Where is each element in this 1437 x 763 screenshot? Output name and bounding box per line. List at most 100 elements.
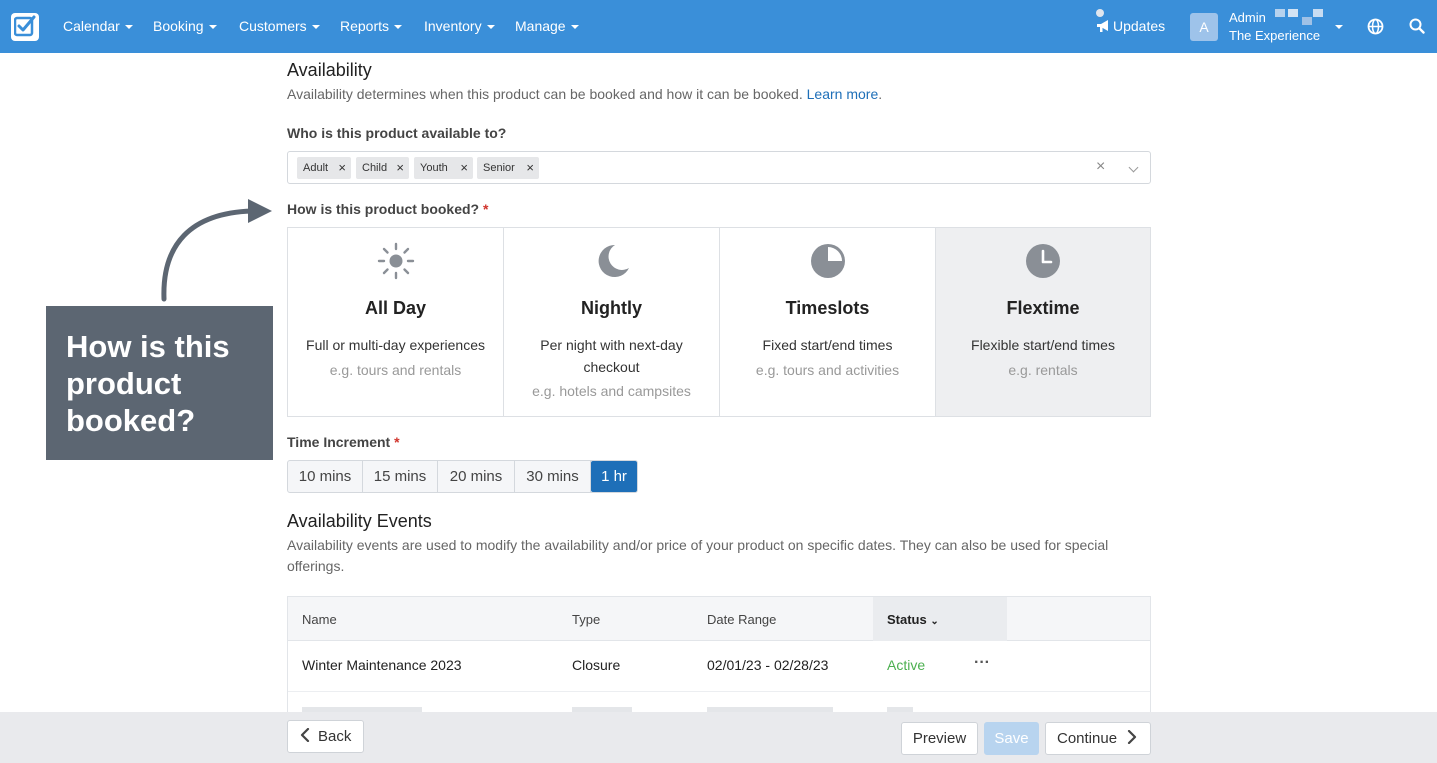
search-icon[interactable]	[1409, 18, 1425, 34]
clear-all-icon[interactable]: ×	[1096, 158, 1105, 176]
sun-icon	[377, 242, 414, 280]
events-description: Availability events are used to modify t…	[287, 537, 1109, 574]
option-flextime[interactable]: Flextime Flexible start/end times e.g. r…	[936, 228, 1150, 416]
remove-tag-icon[interactable]: ×	[396, 157, 404, 179]
redacted-block	[1313, 9, 1323, 17]
availability-title: Availability	[287, 60, 372, 80]
tag-label: Youth	[420, 162, 448, 174]
events-table: Name Type Date Range Status ⌄ Winter Mai…	[287, 596, 1151, 713]
company-name[interactable]: The Experience	[1229, 28, 1320, 43]
tag-adult: Adult ×	[297, 157, 351, 179]
nav-calendar-label: Calendar	[63, 18, 120, 34]
increment-20-mins[interactable]: 20 mins	[438, 461, 515, 492]
increment-1-hr[interactable]: 1 hr	[591, 461, 637, 492]
nav-manage[interactable]: Manage	[515, 18, 579, 34]
option-all-day[interactable]: All Day Full or multi-day experiences e.…	[288, 228, 504, 416]
tag-label: Adult	[303, 162, 329, 174]
redacted-block	[1288, 9, 1298, 17]
increment-label-text: Time Increment	[287, 434, 391, 450]
row-divider	[288, 691, 1150, 692]
chevron-down-icon: ⌄	[930, 616, 939, 627]
nav-customers-label: Customers	[239, 18, 307, 34]
nav-reports[interactable]: Reports	[340, 18, 403, 34]
option-desc: Per night with next-day checkout	[540, 337, 683, 375]
events-title: Availability Events	[287, 511, 432, 531]
tag-child: Child ×	[356, 157, 409, 179]
option-desc: Full or multi-day experiences	[306, 337, 485, 353]
chevron-right-icon	[1127, 729, 1137, 745]
remove-tag-icon[interactable]: ×	[338, 157, 346, 179]
chevron-down-icon	[486, 25, 495, 30]
nav-booking[interactable]: Booking	[153, 18, 217, 34]
tag-label: Child	[362, 162, 388, 174]
continue-label: Continue	[1057, 730, 1118, 747]
increment-label: Time Increment *	[287, 434, 400, 450]
how-label: How is this product booked? *	[287, 201, 488, 217]
event-name: Winter Maintenance 2023	[302, 657, 462, 673]
updates-label: Updates	[1113, 18, 1166, 34]
admin-name[interactable]: Admin	[1229, 10, 1266, 25]
event-date-range: 02/01/23 - 02/28/23	[707, 657, 829, 673]
chevron-down-icon	[570, 25, 579, 30]
remove-tag-icon[interactable]: ×	[526, 157, 534, 179]
option-example: e.g. tours and activities	[755, 362, 900, 378]
nav-calendar[interactable]: Calendar	[63, 18, 133, 34]
table-header: Name Type Date Range Status ⌄	[288, 597, 1150, 641]
preview-button[interactable]: Preview	[901, 722, 978, 755]
footer-bar: Back Preview Save Continue	[0, 712, 1437, 763]
nav-inventory[interactable]: Inventory	[424, 18, 495, 34]
customer-type-select[interactable]: Adult × Child × Youth × Senior × ×	[287, 151, 1151, 184]
remove-tag-icon[interactable]: ×	[460, 157, 468, 179]
chevron-left-icon	[300, 727, 310, 743]
option-example: e.g. hotels and campsites	[532, 383, 691, 399]
tag-youth: Youth ×	[414, 157, 473, 179]
col-name[interactable]: Name	[302, 612, 337, 627]
chevron-down-icon	[311, 25, 320, 30]
redacted-block	[1275, 9, 1285, 17]
globe-icon[interactable]	[1367, 18, 1384, 35]
availability-description-text: Availability determines when this produc…	[287, 86, 803, 102]
nav-customers[interactable]: Customers	[239, 18, 320, 34]
chevron-down-icon	[208, 25, 217, 30]
nav-reports-label: Reports	[340, 18, 390, 34]
booking-type-options: All Day Full or multi-day experiences e.…	[287, 227, 1151, 417]
option-example: e.g. rentals	[1008, 362, 1078, 378]
availability-description: Availability determines when this produc…	[287, 84, 882, 105]
increment-30-mins[interactable]: 30 mins	[515, 461, 591, 492]
top-navbar: Calendar Booking Customers Reports Inven…	[0, 0, 1437, 53]
required-mark: *	[483, 201, 489, 217]
clock-icon	[1026, 244, 1060, 278]
chevron-down-icon	[394, 25, 403, 30]
nav-inventory-label: Inventory	[424, 18, 482, 34]
increment-15-mins[interactable]: 15 mins	[363, 461, 438, 492]
tag-label: Senior	[483, 162, 515, 174]
continue-button[interactable]: Continue	[1045, 722, 1151, 755]
increment-10-mins[interactable]: 10 mins	[288, 461, 363, 492]
time-increment-selector: 10 mins 15 mins 20 mins 30 mins 1 hr	[287, 460, 638, 493]
who-label: Who is this product available to?	[287, 125, 507, 141]
required-mark: *	[394, 434, 400, 450]
chevron-down-icon[interactable]	[1128, 162, 1139, 173]
option-nightly[interactable]: Nightly Per night with next-day checkout…	[504, 228, 720, 416]
option-desc: Flexible start/end times	[971, 337, 1115, 353]
save-button[interactable]: Save	[984, 722, 1039, 755]
back-button[interactable]: Back	[287, 720, 364, 753]
callout-box: How is this product booked?	[46, 306, 273, 460]
col-status-label: Status	[887, 612, 927, 627]
option-timeslots[interactable]: Timeslots Fixed start/end times e.g. tou…	[720, 228, 936, 416]
more-options-icon[interactable]: ···	[974, 654, 990, 672]
col-type[interactable]: Type	[572, 612, 600, 627]
avatar[interactable]: A	[1190, 13, 1218, 41]
learn-more-link[interactable]: Learn more	[807, 86, 879, 102]
col-status[interactable]: Status ⌄	[887, 612, 939, 627]
col-date-range[interactable]: Date Range	[707, 612, 776, 627]
updates-button[interactable]: Updates	[1096, 9, 1166, 34]
nav-booking-label: Booking	[153, 18, 204, 34]
chevron-down-icon	[124, 25, 133, 30]
callout-arrow-icon	[161, 199, 272, 302]
tag-senior: Senior ×	[477, 157, 539, 179]
checkfront-logo-icon[interactable]	[11, 13, 39, 41]
chevron-down-icon[interactable]	[1335, 25, 1343, 29]
option-title: Nightly	[581, 298, 642, 318]
back-label: Back	[318, 728, 352, 745]
